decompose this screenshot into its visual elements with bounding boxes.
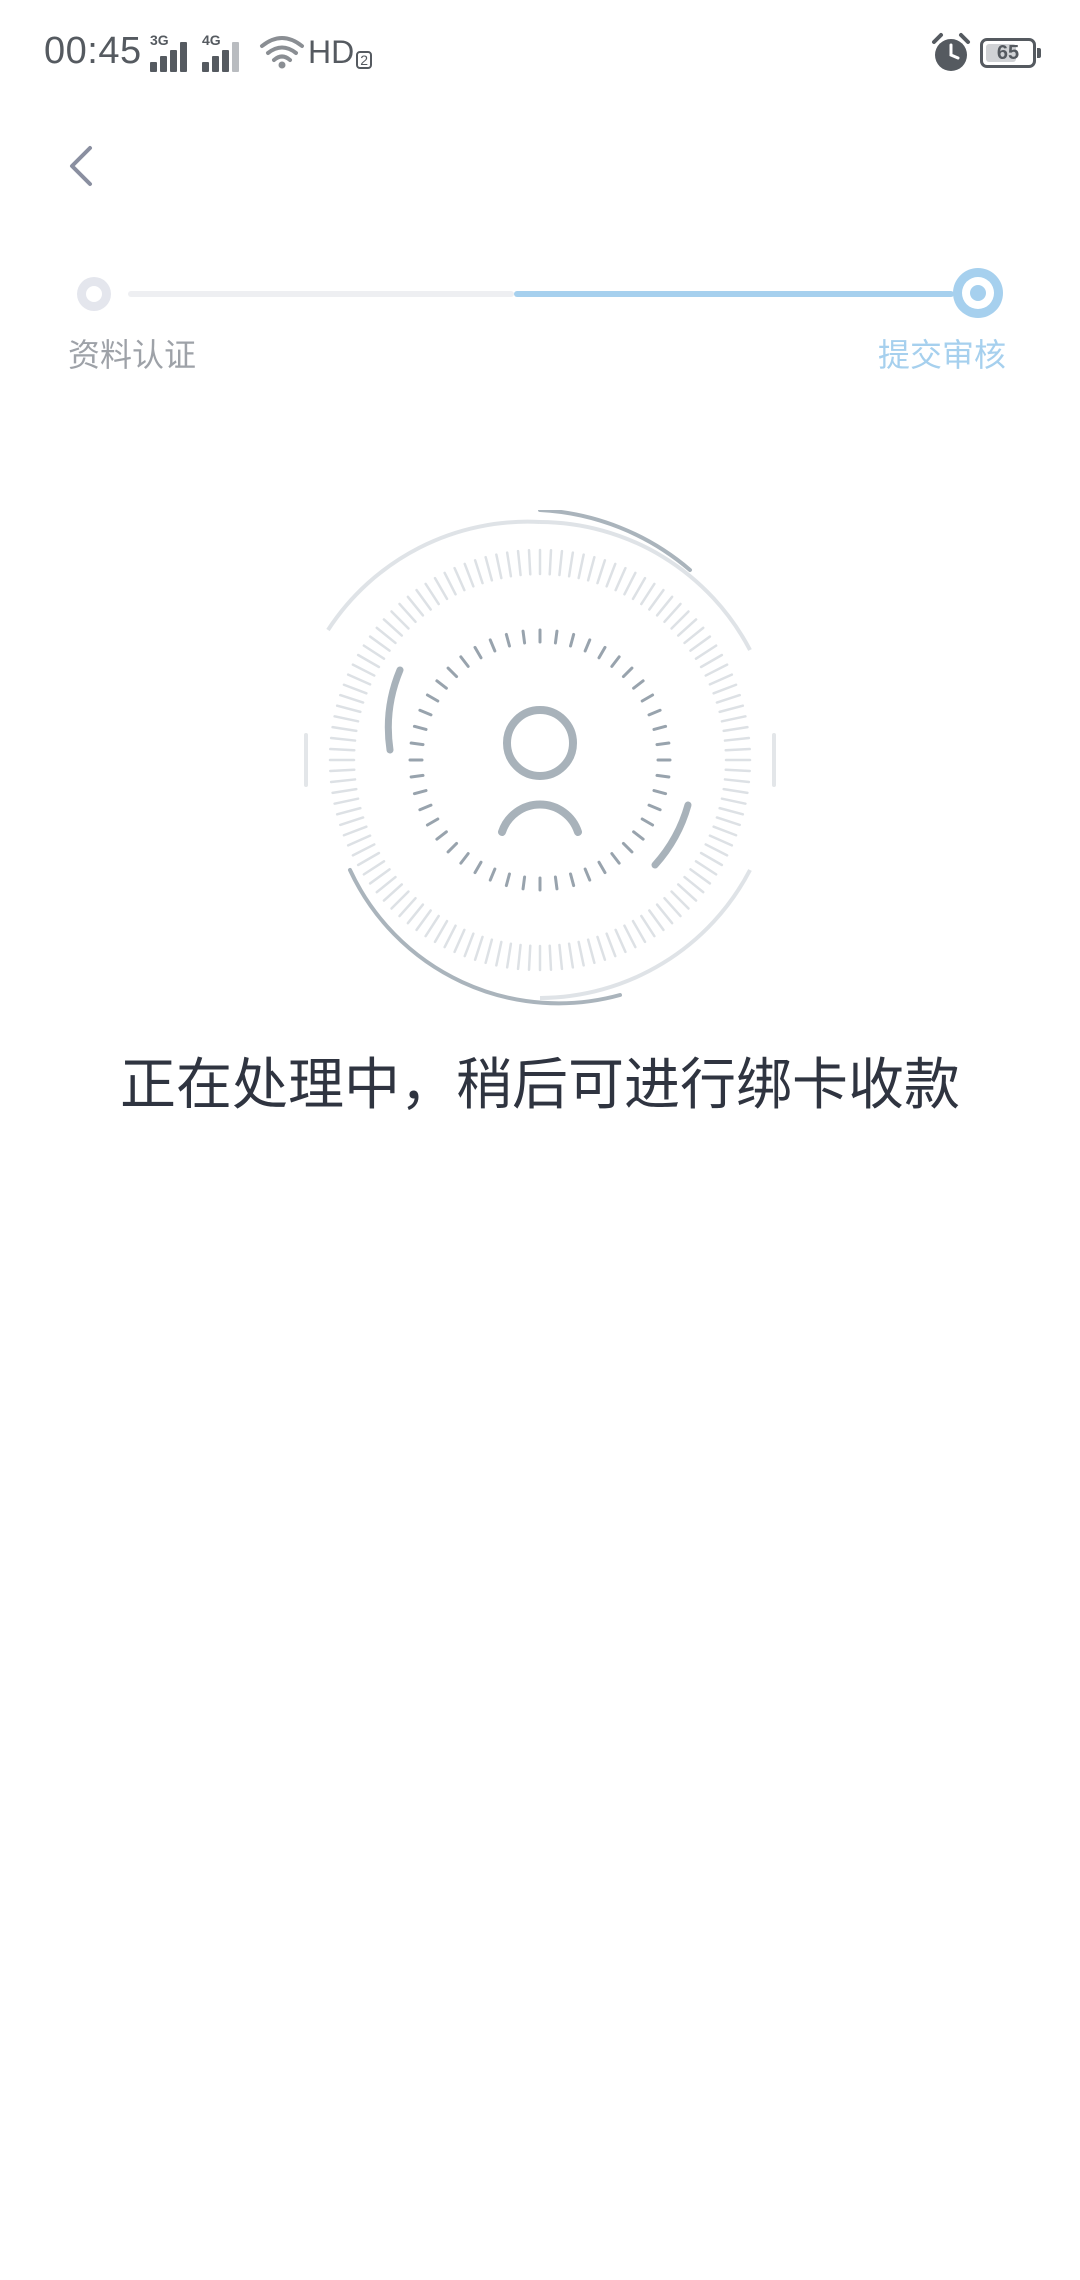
progress-steps: 资料认证 提交审核 bbox=[0, 260, 1080, 380]
step-label-1: 资料认证 bbox=[68, 336, 197, 374]
user-scan-icon bbox=[304, 510, 776, 1006]
back-button[interactable] bbox=[50, 130, 120, 200]
hd-sub-label: 2 bbox=[356, 51, 373, 69]
step-label-2: 提交审核 bbox=[877, 336, 1006, 374]
alarm-icon bbox=[932, 33, 970, 71]
status-bar: 00:45 3G 4G HD 2 65 bbox=[0, 0, 1080, 110]
signal-icon: 4G bbox=[202, 32, 250, 72]
signal-type-label: 4G bbox=[202, 32, 221, 48]
signal-type-label: 3G bbox=[150, 32, 169, 48]
wifi-icon bbox=[260, 36, 304, 69]
step-marker-2 bbox=[953, 268, 1003, 318]
signal-icon: 3G bbox=[150, 32, 198, 72]
hd-indicator: HD 2 bbox=[308, 34, 373, 71]
step-connector-active bbox=[514, 291, 954, 297]
chevron-left-icon bbox=[70, 146, 92, 186]
status-time: 00:45 bbox=[44, 30, 142, 72]
battery-level: 65 bbox=[996, 42, 1020, 64]
hd-label: HD bbox=[308, 34, 355, 70]
step-marker-1 bbox=[77, 277, 111, 311]
battery-icon: 65 bbox=[980, 38, 1041, 68]
step-connector-done bbox=[128, 291, 514, 297]
status-message: 正在处理中，稍后可进行绑卡收款 bbox=[120, 1053, 960, 1118]
